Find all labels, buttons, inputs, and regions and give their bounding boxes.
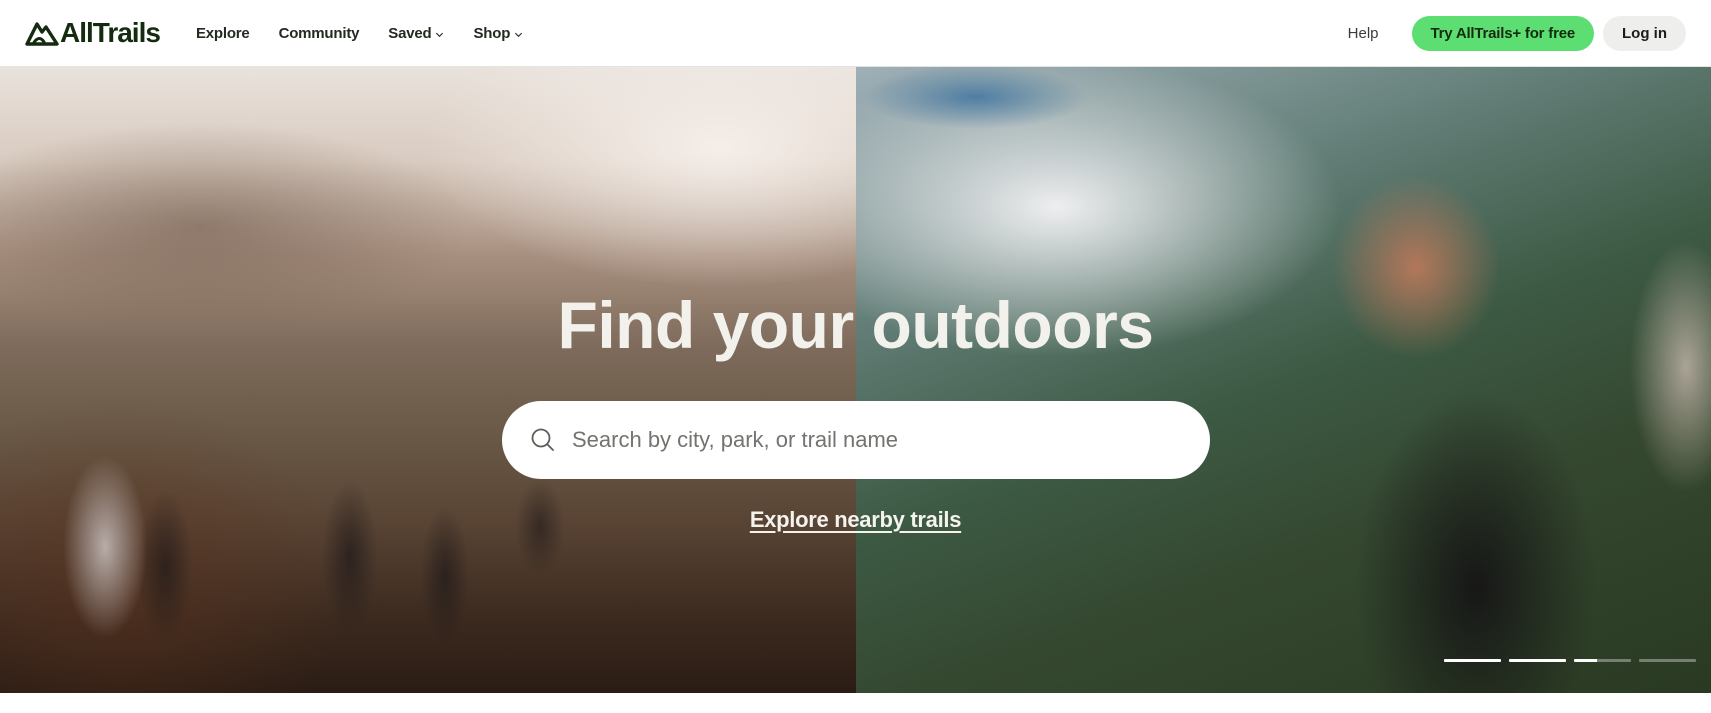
- carousel-indicators: [1444, 659, 1704, 662]
- nav-item-shop[interactable]: Shop: [473, 25, 523, 42]
- nav-label: Community: [278, 24, 360, 42]
- hero-image-smiling-hiker: [856, 67, 1711, 693]
- hero-image-hikers: [0, 67, 856, 693]
- mountain-logo-icon: [25, 22, 59, 46]
- main-nav: Explore Community Saved Shop: [196, 25, 552, 42]
- explore-nearby-trails-link[interactable]: Explore nearby trails: [750, 507, 962, 532]
- indicator-progress: [1444, 659, 1501, 662]
- explore-nearby-container: Explore nearby trails: [0, 507, 1711, 533]
- chevron-down-icon: [515, 32, 523, 37]
- carousel-indicator[interactable]: [1574, 659, 1631, 662]
- login-button[interactable]: Log in: [1603, 15, 1686, 51]
- nav-item-saved[interactable]: Saved: [388, 25, 444, 42]
- help-link[interactable]: Help: [1348, 25, 1379, 42]
- carousel-indicator[interactable]: [1639, 659, 1696, 662]
- header-actions: Help Try AllTrails+ for free Log in: [1348, 15, 1686, 51]
- nav-item-explore[interactable]: Explore: [196, 25, 250, 42]
- chevron-down-icon: [436, 32, 444, 37]
- try-alltrails-plus-button[interactable]: Try AllTrails+ for free: [1411, 15, 1594, 51]
- carousel-indicator[interactable]: [1509, 659, 1566, 662]
- search-icon: [531, 428, 554, 451]
- search-input[interactable]: [572, 427, 1172, 453]
- site-header: AllTrails Explore Community Saved Shop H…: [0, 0, 1711, 67]
- trail-search-bar[interactable]: [502, 401, 1210, 479]
- nav-label: Shop: [473, 24, 511, 42]
- brand-name: AllTrails: [60, 17, 161, 48]
- indicator-progress: [1574, 659, 1597, 662]
- nav-label: Explore: [195, 24, 250, 42]
- nav-label: Saved: [388, 24, 432, 42]
- hero-section: Find your outdoors Explore nearby trails: [0, 67, 1711, 693]
- indicator-progress: [1509, 659, 1566, 662]
- hero-headline: Find your outdoors: [557, 288, 1154, 362]
- carousel-indicator[interactable]: [1444, 659, 1501, 662]
- alltrails-logo[interactable]: AllTrails: [25, 17, 161, 49]
- nav-item-community[interactable]: Community: [279, 25, 360, 42]
